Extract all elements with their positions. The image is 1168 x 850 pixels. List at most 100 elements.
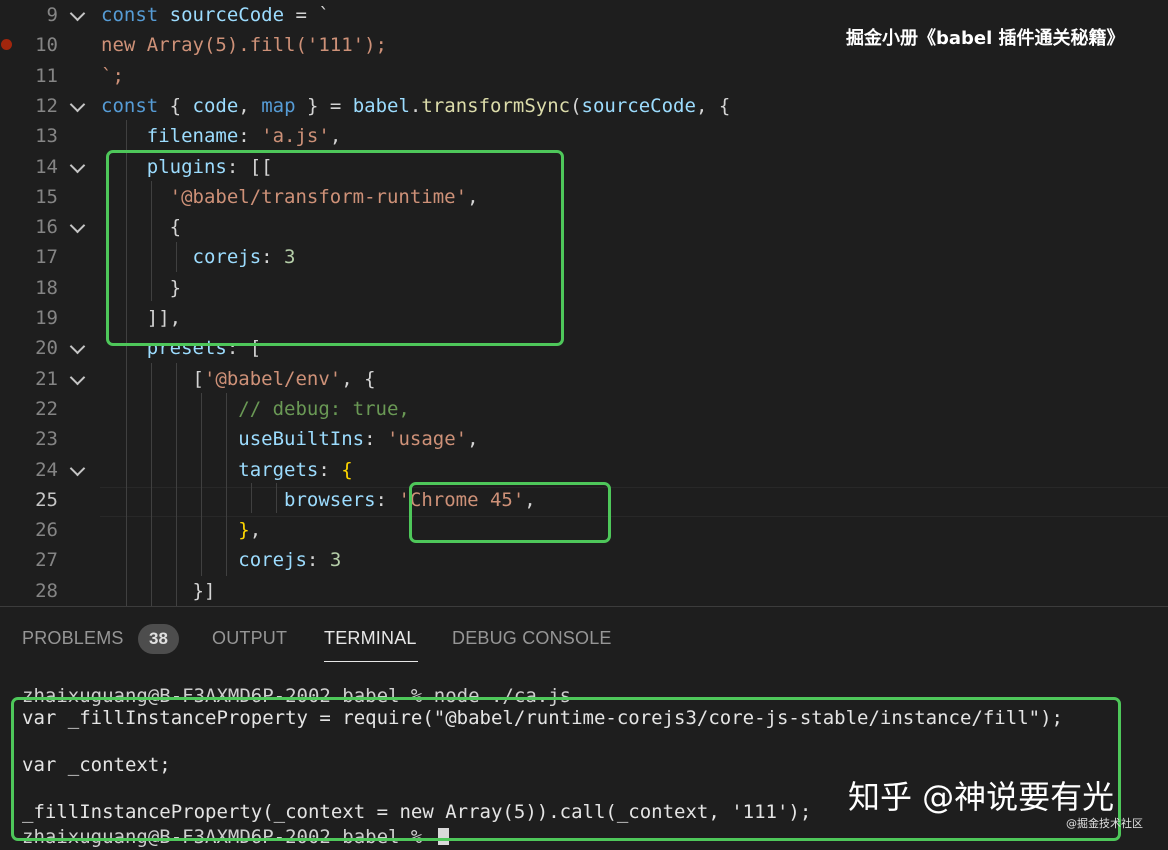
code-token: const xyxy=(101,4,170,26)
code-token: , xyxy=(467,428,479,451)
code-text: const { code, map } = babel.transformSyn… xyxy=(101,91,730,121)
code-token: corejs xyxy=(238,549,307,572)
code-line[interactable]: 28 }] xyxy=(0,576,1168,606)
code-token: `; xyxy=(101,64,124,87)
fold-chevron-icon[interactable] xyxy=(69,460,86,476)
code-token: }] xyxy=(101,579,216,602)
code-token: , { xyxy=(695,94,731,117)
code-token: } = xyxy=(295,94,353,117)
code-token: , xyxy=(238,94,262,117)
line-number: 21 xyxy=(35,367,58,390)
fold-chevron-icon[interactable] xyxy=(69,369,86,385)
code-line[interactable]: 12 const { code, map } = babel.transformS… xyxy=(0,91,1168,121)
code-text: const sourceCode = ` xyxy=(101,0,330,30)
code-text: }, xyxy=(101,515,261,545)
fold-chevron-icon[interactable] xyxy=(69,217,86,234)
code-editor[interactable]: 9 const sourceCode = ` 10 new Array(5).fill… xyxy=(0,0,1168,606)
code-token: 'a.js' xyxy=(261,125,330,148)
code-token: , { xyxy=(341,367,376,390)
tab-output[interactable]: OUTPUT xyxy=(212,628,287,649)
breakpoint-marker[interactable] xyxy=(1,39,12,50)
fold-chevron-icon[interactable] xyxy=(69,5,86,22)
code-text: `; xyxy=(101,61,124,91)
line-number: 22 xyxy=(35,397,58,420)
line-number: 19 xyxy=(35,307,58,329)
plugins-highlight-box xyxy=(106,150,564,346)
code-token: 'usage' xyxy=(387,428,468,451)
code-token: 3 xyxy=(329,549,342,572)
code-token: const xyxy=(101,94,170,117)
watermark-top: 掘金小册《babel 插件通关秘籍》 xyxy=(846,28,1125,49)
line-number: 25 xyxy=(35,488,58,511)
code-token: . xyxy=(409,94,422,117)
line-number: 18 xyxy=(35,276,58,299)
watermark-small: @掘金技术社区 xyxy=(1066,817,1143,830)
line-number: 26 xyxy=(35,519,58,542)
browsers-highlight-box xyxy=(409,482,611,543)
code-text: corejs: 3 xyxy=(101,545,341,575)
code-line[interactable]: 21 ['@babel/env', { xyxy=(0,364,1168,394)
line-number: 17 xyxy=(35,246,58,269)
active-tab-indicator xyxy=(324,661,418,662)
code-token: : xyxy=(318,458,342,481)
fold-chevron-icon[interactable] xyxy=(69,157,86,173)
tab-terminal[interactable]: TERMINAL xyxy=(324,628,417,649)
code-line[interactable]: 24 targets: { xyxy=(0,455,1168,485)
code-token: code xyxy=(192,94,239,117)
line-number: 23 xyxy=(35,428,58,451)
code-token: : xyxy=(306,549,330,572)
code-text: targets: { xyxy=(101,455,353,485)
code-line[interactable]: 23 useBuiltIns: 'usage', xyxy=(0,424,1168,454)
code-line[interactable]: 22 // debug: true, xyxy=(0,394,1168,424)
tab-debug-console[interactable]: DEBUG CONSOLE xyxy=(452,628,612,649)
code-token: useBuiltIns xyxy=(238,428,365,451)
code-token: map xyxy=(261,94,296,117)
code-token: sourceCode xyxy=(581,94,696,117)
line-number: 11 xyxy=(35,64,58,87)
code-token: { xyxy=(341,458,353,481)
code-line[interactable]: 13 filename: 'a.js', xyxy=(0,121,1168,151)
terminal-output-highlight-box xyxy=(11,697,1121,841)
line-number: 12 xyxy=(35,94,58,117)
line-number: 15 xyxy=(35,185,58,208)
code-token: } xyxy=(238,519,250,542)
code-token: sourceCode xyxy=(169,4,285,26)
code-token: browsers xyxy=(284,488,376,511)
problems-count-badge: 38 xyxy=(138,624,179,654)
line-number: 28 xyxy=(35,579,58,602)
code-token: , xyxy=(249,519,262,542)
line-number: 9 xyxy=(46,4,58,26)
code-token: transformSync xyxy=(421,94,571,117)
fold-chevron-icon[interactable] xyxy=(69,339,86,355)
code-token: filename xyxy=(146,125,239,148)
code-text: new Array(5).fill('111'); xyxy=(101,30,387,60)
code-line[interactable]: 27 corejs: 3 xyxy=(0,545,1168,575)
code-text: // debug: true, xyxy=(101,394,410,424)
tab-problems[interactable]: PROBLEMS xyxy=(22,628,124,649)
code-token: { xyxy=(169,94,193,117)
code-token: // debug: true, xyxy=(238,397,410,420)
code-token: ( xyxy=(570,94,582,117)
code-line[interactable]: 11 `; xyxy=(0,61,1168,91)
code-token: new Array(5).fill('111'); xyxy=(101,34,387,57)
code-text: filename: 'a.js', xyxy=(101,121,342,151)
code-token: : xyxy=(238,125,262,148)
code-token: , xyxy=(329,125,342,148)
code-token: = ` xyxy=(284,4,330,26)
line-number: 14 xyxy=(35,155,58,178)
code-token: '@babel/env' xyxy=(203,367,342,390)
line-number: 16 xyxy=(35,216,58,239)
code-text: ['@babel/env', { xyxy=(101,364,376,394)
fold-chevron-icon[interactable] xyxy=(69,96,86,113)
code-token: : xyxy=(375,488,399,511)
line-number: 13 xyxy=(35,125,58,148)
line-number: 27 xyxy=(35,549,58,572)
line-number: 24 xyxy=(35,458,58,481)
